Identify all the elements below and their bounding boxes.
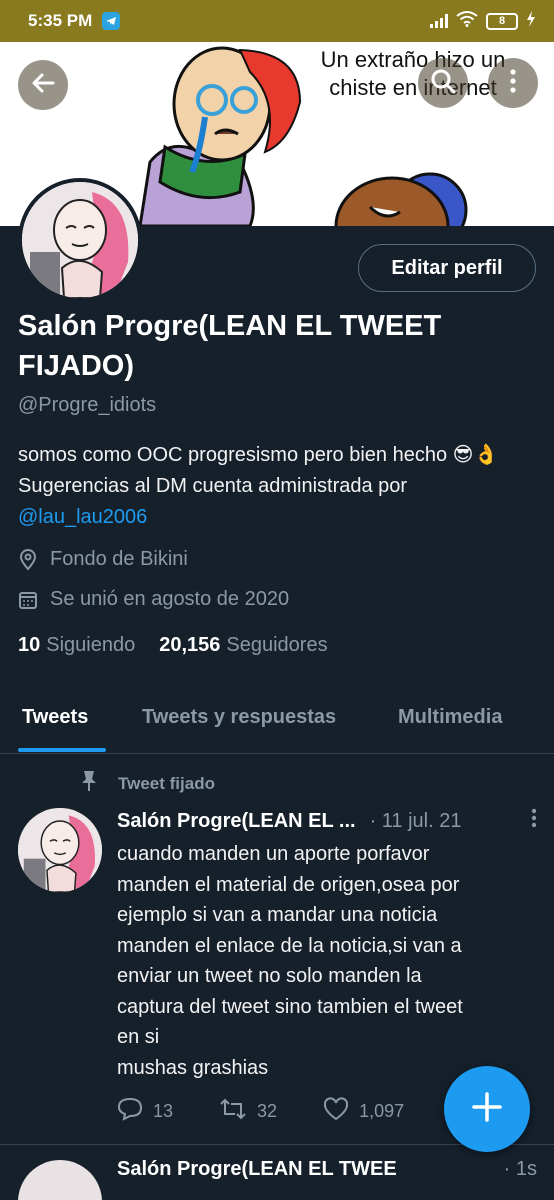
tweet-avatar-illustration bbox=[18, 808, 102, 892]
location-pin-icon bbox=[18, 548, 42, 571]
tweet-line: manden el enlace de la noticia,si van a bbox=[117, 934, 462, 957]
tweet-line: ejemplo si van a mandar una noticia bbox=[117, 904, 438, 926]
telegram-notification-icon bbox=[102, 12, 121, 30]
following-count: 10 bbox=[18, 634, 41, 656]
retweet-count: 32 bbox=[257, 1101, 278, 1121]
bio-mention-link[interactable]: @lau_lau2006 bbox=[18, 506, 147, 528]
reply-count: 13 bbox=[153, 1101, 174, 1121]
retweet-icon bbox=[219, 1098, 247, 1125]
reply-button[interactable]: 13 bbox=[117, 1097, 173, 1126]
pinned-label: Tweet fijado bbox=[118, 773, 215, 793]
reply-icon bbox=[117, 1097, 143, 1126]
next-tweet-author[interactable]: Salón Progre(LEAN EL TWEE bbox=[117, 1158, 397, 1181]
tweet-line: manden el material de origen,osea por bbox=[117, 873, 460, 896]
next-tweet-date[interactable]: · 1s bbox=[504, 1158, 537, 1181]
signal-icon bbox=[430, 14, 448, 28]
bio-text: somos como OOC progresismo pero bien hec… bbox=[18, 444, 499, 497]
edit-profile-button[interactable]: Editar perfil bbox=[358, 244, 536, 292]
profile-handle: @Progre_idiots bbox=[18, 394, 157, 416]
tweet-line: captura del tweet sino tambien el tweet bbox=[117, 995, 463, 1018]
followers-link[interactable]: 20,156 Seguidores bbox=[159, 634, 327, 657]
avatar-illustration bbox=[22, 182, 138, 298]
tweet-actions: 13 32 1,097 bbox=[117, 1097, 469, 1126]
charging-icon bbox=[526, 10, 536, 32]
more-options-button[interactable] bbox=[488, 58, 538, 108]
tweet-avatar[interactable] bbox=[18, 808, 102, 892]
search-icon bbox=[430, 68, 456, 99]
calendar-icon bbox=[18, 590, 42, 610]
plus-icon bbox=[472, 1091, 502, 1127]
tweet-header: Salón Progre(LEAN EL ... · 11 jul. 21 bbox=[117, 808, 537, 834]
joined-text: Se unió en agosto de 2020 bbox=[50, 588, 290, 610]
profile-joined: Se unió en agosto de 2020 bbox=[18, 588, 289, 611]
pin-icon bbox=[80, 770, 102, 797]
search-button[interactable] bbox=[418, 58, 468, 108]
following-label: Siguiendo bbox=[46, 634, 136, 656]
tab-media[interactable]: Multimedia bbox=[398, 706, 502, 729]
heart-icon bbox=[323, 1097, 349, 1126]
retweet-button[interactable]: 32 bbox=[219, 1098, 277, 1125]
back-button[interactable] bbox=[18, 60, 68, 110]
tweet-line: cuando manden un aporte porfavor bbox=[117, 843, 430, 865]
profile-avatar[interactable] bbox=[18, 178, 142, 302]
followers-label: Seguidores bbox=[226, 634, 328, 656]
tweet-author[interactable]: Salón Progre(LEAN EL ... bbox=[117, 810, 356, 833]
tweet-text[interactable]: cuando manden un aporte porfavor manden … bbox=[117, 839, 517, 1083]
tweet-line: enviar un tweet no solo manden la bbox=[117, 965, 422, 987]
like-button[interactable]: 1,097 bbox=[323, 1097, 404, 1126]
profile-tabs: Tweets Tweets y respuestas Multimedia bbox=[0, 690, 554, 754]
tab-tweets[interactable]: Tweets bbox=[22, 706, 88, 729]
compose-tweet-button[interactable] bbox=[444, 1066, 530, 1152]
next-tweet-avatar[interactable] bbox=[18, 1160, 102, 1200]
wifi-icon bbox=[456, 10, 478, 32]
profile-bio: somos como OOC progresismo pero bien hec… bbox=[18, 440, 538, 533]
followers-count: 20,156 bbox=[159, 634, 221, 656]
battery-icon: 8 bbox=[486, 12, 518, 30]
arrow-left-icon bbox=[29, 69, 57, 102]
status-time: 5:35 PM bbox=[28, 11, 93, 30]
profile-name: Salón Progre(LEAN EL TWEET FIJADO) bbox=[18, 310, 442, 382]
tweet-more-icon[interactable] bbox=[531, 808, 537, 834]
like-count: 1,097 bbox=[359, 1101, 405, 1121]
status-bar: 5:35 PM 8 bbox=[0, 0, 554, 42]
tab-tweets-and-replies[interactable]: Tweets y respuestas bbox=[142, 706, 336, 729]
active-tab-indicator bbox=[18, 748, 106, 752]
profile-location: Fondo de Bikini bbox=[18, 548, 188, 571]
location-text: Fondo de Bikini bbox=[50, 548, 188, 570]
pinned-indicator: Tweet fijado bbox=[80, 770, 215, 797]
tweet-line: en si bbox=[117, 1026, 160, 1048]
more-vertical-icon bbox=[510, 68, 516, 98]
following-link[interactable]: 10 Siguiendo bbox=[18, 634, 135, 657]
tweet-date[interactable]: · 11 jul. 21 bbox=[370, 810, 462, 833]
next-tweet-header: Salón Progre(LEAN EL TWEE · 1s bbox=[117, 1158, 537, 1181]
follow-stats: 10 Siguiendo 20,156 Seguidores bbox=[18, 634, 328, 657]
